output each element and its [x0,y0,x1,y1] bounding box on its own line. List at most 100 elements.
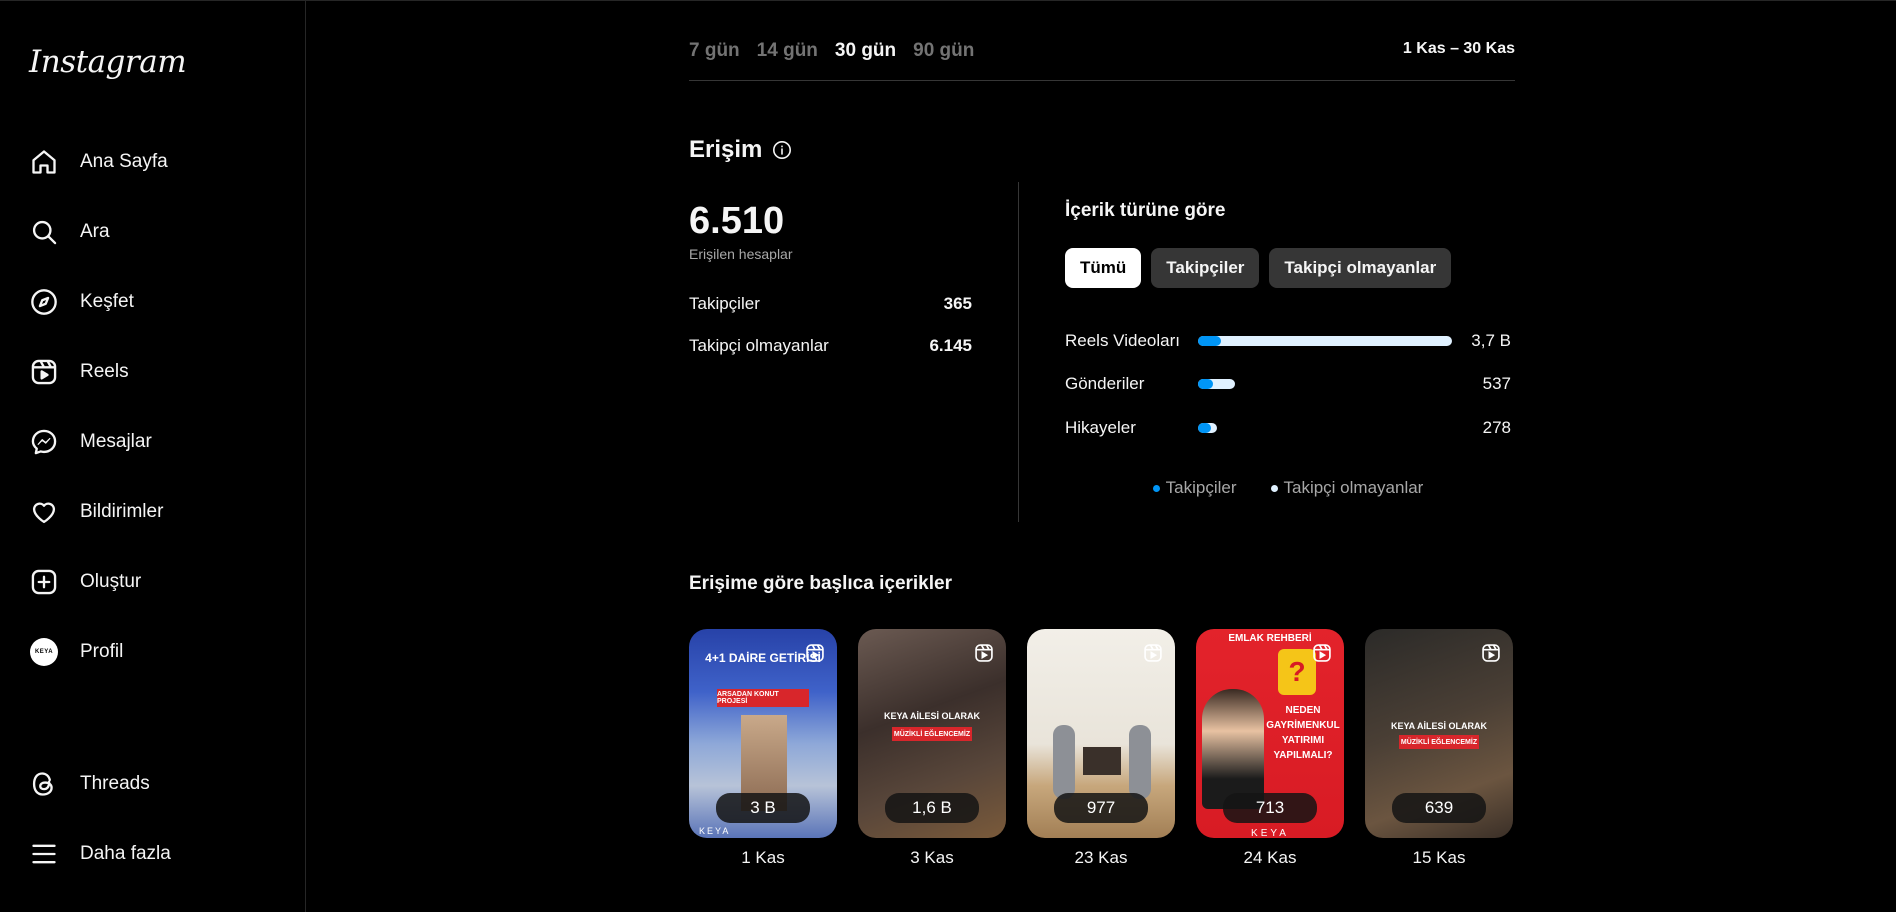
reach-total: 6.510 [689,200,785,242]
sidebar-item-more[interactable]: Daha fazla [18,828,288,880]
tab-90-days[interactable]: 90 gün [913,40,974,62]
top-content-title: Erişime göre başlıca içerikler [689,573,952,594]
top-content-item: KEYA AİLESİ OLARAK MÜZİKLİ EĞLENCEMİZ 1,… [858,629,1006,868]
info-icon[interactable] [772,140,792,160]
robot-figure [1129,725,1151,799]
content-thumbnail[interactable]: EMLAK REHBERİ ? NEDEN GAYRİMENKUL YATIRI… [1196,629,1344,838]
avatar: KEYA [30,638,58,666]
bar-value: 3,7 B [1471,331,1511,350]
sidebar-item-label: Threads [80,773,150,794]
bar-track [1198,423,1217,433]
legend-dot-non-followers [1270,484,1278,492]
reels-icon [806,644,824,662]
reels-icon [1313,644,1331,662]
content-thumbnail[interactable]: KEYA AİLESİ OLARAK MÜZİKLİ EĞLENCEMİZ 63… [1365,629,1513,838]
sidebar-item-label: Ara [80,221,110,242]
tab-14-days[interactable]: 14 gün [757,40,818,62]
stat-value: 6.145 [929,336,972,355]
reels-icon [1482,644,1500,662]
content-thumbnail[interactable]: 4+1 DAİRE GETİRİSİ ARSADAN KONUT PROJESİ… [689,629,837,838]
vertical-divider [1018,182,1019,522]
top-content-item: KEYA AİLESİ OLARAK MÜZİKLİ EĞLENCEMİZ 63… [1365,629,1513,868]
reach-count-badge: 1,6 B [885,793,979,823]
sidebar-item-search[interactable]: Ara [18,206,288,258]
bar-label: Hikayeler [1065,418,1136,437]
menu-icon [18,828,70,880]
reach-count-badge: 639 [1392,793,1486,823]
sidebar-item-profile[interactable]: KEYA Profil [18,626,288,678]
sidebar-item-label: Oluştur [80,571,142,592]
create-icon [18,556,70,608]
chart-legend: Takipçiler Takipçi olmayanlar [1065,478,1511,498]
thumbnail-banner: MÜZİKLİ EĞLENCEMİZ [892,727,972,741]
divider [689,80,1515,81]
content-date: 1 Kas [741,848,785,867]
person-figure [1202,689,1264,809]
stat-row-followers: Takipçiler 365 [689,294,972,314]
content-type-title: İçerik türüne göre [1065,200,1226,221]
chip-followers[interactable]: Takipçiler [1151,248,1260,288]
reach-total-label: Erişilen hesaplar [689,246,793,262]
content-thumbnail[interactable]: 977 [1027,629,1175,838]
instagram-logo[interactable]: Instagram [29,44,187,80]
legend-non-followers: Takipçi olmayanlar [1270,478,1423,498]
chip-all[interactable]: Tümü [1065,248,1142,288]
bar-non-followers [1198,336,1452,346]
content-thumbnail[interactable]: KEYA AİLESİ OLARAK MÜZİKLİ EĞLENCEMİZ 1,… [858,629,1006,838]
thumbnail-banner: MÜZİKLİ EĞLENCEMİZ [1399,735,1479,749]
sidebar-item-threads[interactable]: Threads [18,758,288,810]
top-content-item: 4+1 DAİRE GETİRİSİ ARSADAN KONUT PROJESİ… [689,629,837,868]
search-icon [18,206,70,258]
sidebar-item-explore[interactable]: Keşfet [18,276,288,328]
thumbnail-caption: KEYA AİLESİ OLARAK [1390,721,1487,731]
tab-7-days[interactable]: 7 gün [689,40,740,62]
content-date: 24 Kas [1243,848,1297,867]
home-icon [18,136,70,188]
bar-followers [1198,423,1211,433]
brand-mark: KEYA [1251,828,1289,838]
bar-row-posts: Gönderiler 537 [1065,372,1511,396]
sidebar-item-label: Profil [80,641,124,662]
reach-count-badge: 713 [1223,793,1317,823]
top-content-item: EMLAK REHBERİ ? NEDEN GAYRİMENKUL YATIRI… [1196,629,1344,868]
bar-row-reels: Reels Videoları 3,7 B [1065,329,1511,353]
heart-icon [18,486,70,538]
top-content-item: 977 23 Kas [1027,629,1175,868]
section-title-reach: Erişim [689,136,792,164]
thumbnail-banner: NEDEN GAYRİMENKUL YATIRIMI YAPILMALI? [1266,705,1340,761]
date-range-label: 1 Kas – 30 Kas [1402,40,1515,57]
content-date: 15 Kas [1412,848,1466,867]
sidebar-item-label: Keşfet [80,291,134,312]
thumbnail-banner: ARSADAN KONUT PROJESİ [717,689,809,707]
threads-icon [18,758,70,810]
sidebar-item-label: Daha fazla [80,843,171,864]
sidebar-item-label: Ana Sayfa [80,151,168,172]
bar-track [1198,379,1235,389]
legend-dot-followers [1152,484,1160,492]
bar-label: Reels Videoları [1065,331,1180,350]
brand-mark: KEYA [699,826,731,836]
sidebar-item-notifications[interactable]: Bildirimler [18,486,288,538]
sidebar-item-home[interactable]: Ana Sayfa [18,136,288,188]
desk-figure [1083,747,1121,775]
chip-non-followers[interactable]: Takipçi olmayanlar [1269,248,1452,288]
bar-followers [1198,379,1213,389]
messenger-icon [18,416,70,468]
stat-value: 365 [943,294,972,313]
date-range-tabs: 7 gün 14 gün 30 gün 90 gün [689,40,974,62]
thumbnail-caption: KEYA AİLESİ OLARAK [883,711,980,721]
question-icon: ? [1278,649,1316,695]
bar-value: 537 [1482,374,1511,393]
top-content-grid: 4+1 DAİRE GETİRİSİ ARSADAN KONUT PROJESİ… [689,629,1513,868]
sidebar-item-reels[interactable]: Reels [18,346,288,398]
reels-icon [1144,644,1162,662]
stat-label: Takipçiler [689,294,760,313]
sidebar-item-messages[interactable]: Mesajlar [18,416,288,468]
reach-count-badge: 3 B [716,793,810,823]
sidebar: Instagram Ana Sayfa Ara Keşfet Reels Mes… [0,0,306,912]
reels-icon [18,346,70,398]
sidebar-item-create[interactable]: Oluştur [18,556,288,608]
tab-30-days[interactable]: 30 gün [835,40,896,62]
bar-followers [1198,336,1221,346]
content-date: 3 Kas [910,848,954,867]
